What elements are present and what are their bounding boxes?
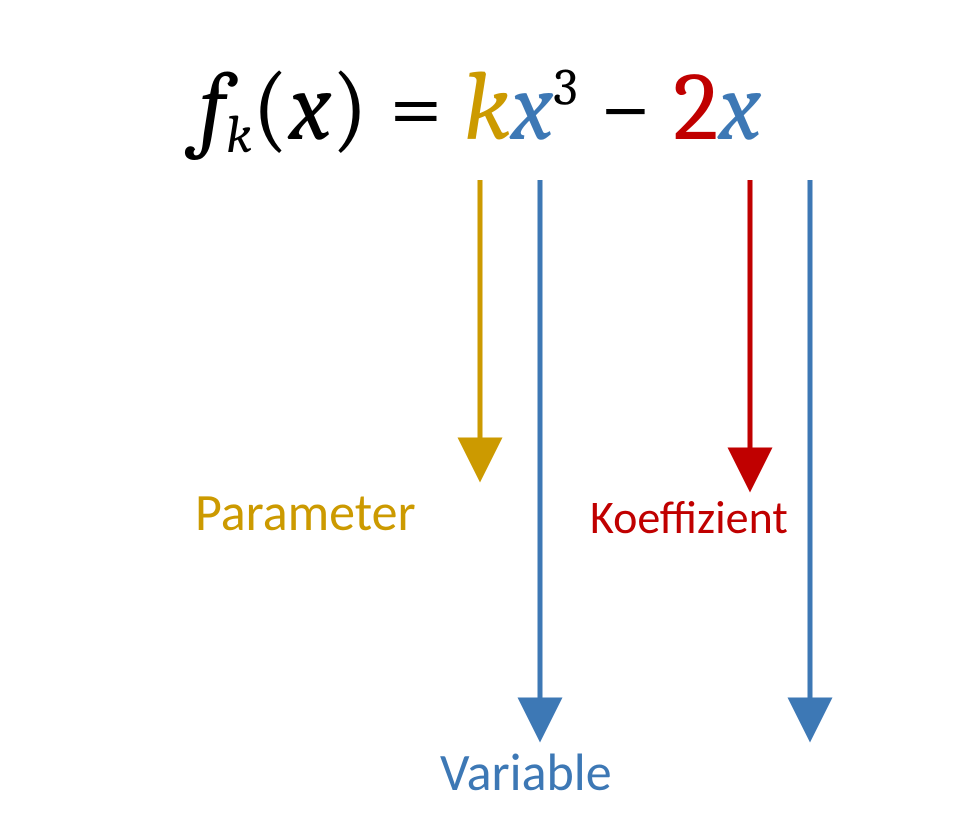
exponent-3: 3 (553, 58, 577, 119)
paren-close: ) (331, 53, 368, 163)
label-koeffizient: Koeffizient (590, 490, 788, 546)
equals: = (368, 53, 463, 163)
symbol-f: f (199, 53, 226, 163)
term-x: x (718, 53, 761, 163)
paren-open: ( (252, 53, 289, 163)
diagram-stage: fk(x) = kx3 − 2x Parameter Koeffizient V… (0, 0, 960, 836)
coeff-2: 2 (673, 53, 718, 163)
term-k: k (464, 53, 511, 163)
subscript-k: k (226, 105, 252, 166)
label-parameter: Parameter (195, 480, 416, 544)
arg-x: x (289, 53, 332, 163)
minus: − (578, 53, 673, 163)
formula: fk(x) = kx3 − 2x (0, 60, 960, 163)
term-x-cubed-base: x (510, 53, 553, 163)
label-variable: Variable (440, 740, 612, 804)
